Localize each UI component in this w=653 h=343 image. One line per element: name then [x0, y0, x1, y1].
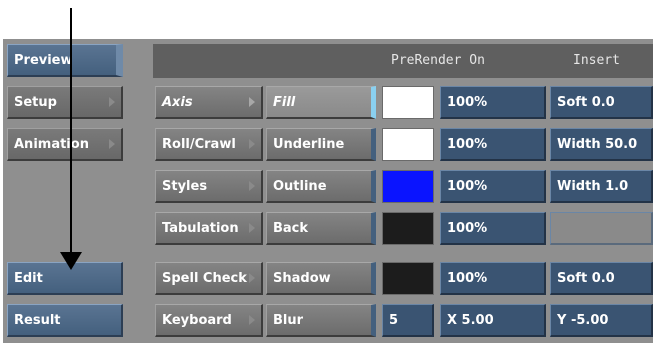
underline-button[interactable]: Underline	[266, 128, 376, 161]
fill-button[interactable]: Fill	[266, 86, 376, 119]
blur-label: Blur	[273, 312, 304, 328]
styles-button[interactable]: Styles	[155, 170, 263, 203]
fill-opacity-value: 100%	[447, 94, 488, 110]
fill-label: Fill	[273, 94, 296, 110]
submenu-arrow-icon	[249, 315, 255, 325]
result-label: Result	[14, 312, 61, 328]
blur-x-value: X 5.00	[447, 312, 494, 328]
shadow-opacity-value: 100%	[447, 270, 488, 286]
tabulation-label: Tabulation	[162, 220, 239, 236]
callout-arrow-line	[70, 8, 72, 256]
submenu-arrow-icon	[249, 97, 255, 107]
fill-opacity-field[interactable]: 100%	[440, 86, 546, 119]
shadow-label: Shadow	[273, 270, 331, 286]
back-label: Back	[273, 220, 309, 236]
back-color-swatch[interactable]	[382, 212, 434, 245]
blur-button[interactable]: Blur	[266, 304, 376, 337]
outline-label: Outline	[273, 178, 327, 194]
blur-amount-field[interactable]: 5	[382, 304, 434, 337]
underline-width-field[interactable]: Width 50.0	[550, 128, 653, 161]
outline-width-value: Width 1.0	[557, 178, 629, 194]
shadow-softness-value: Soft 0.0	[557, 270, 615, 286]
keyboard-label: Keyboard	[162, 312, 232, 328]
prerender-status[interactable]: PreRender On	[391, 44, 485, 78]
insert-label[interactable]: Insert	[573, 44, 620, 78]
submenu-arrow-icon	[109, 97, 115, 107]
axis-button[interactable]: Axis	[155, 86, 263, 119]
fill-color-swatch[interactable]	[382, 86, 434, 119]
submenu-arrow-icon	[249, 139, 255, 149]
underline-color-swatch[interactable]	[382, 128, 434, 161]
outline-opacity-field[interactable]: 100%	[440, 170, 546, 203]
underline-width-value: Width 50.0	[557, 136, 638, 152]
submenu-arrow-icon	[249, 223, 255, 233]
tabulation-button[interactable]: Tabulation	[155, 212, 263, 245]
blur-y-field[interactable]: Y -5.00	[550, 304, 653, 337]
back-empty-field	[550, 212, 653, 245]
outline-width-field[interactable]: Width 1.0	[550, 170, 653, 203]
edit-label: Edit	[14, 270, 43, 286]
fill-softness-value: Soft 0.0	[557, 94, 615, 110]
preview-button[interactable]: Preview	[7, 44, 123, 77]
styles-label: Styles	[162, 178, 208, 194]
underline-opacity-value: 100%	[447, 136, 488, 152]
spell-check-button[interactable]: Spell Check	[155, 262, 263, 295]
underline-opacity-field[interactable]: 100%	[440, 128, 546, 161]
blur-amount-value: 5	[389, 312, 399, 328]
shadow-softness-field[interactable]: Soft 0.0	[550, 262, 653, 295]
back-opacity-value: 100%	[447, 220, 488, 236]
shadow-opacity-field[interactable]: 100%	[440, 262, 546, 295]
axis-label: Axis	[162, 94, 193, 110]
shadow-color-swatch[interactable]	[382, 262, 434, 295]
back-opacity-field[interactable]: 100%	[440, 212, 546, 245]
submenu-arrow-icon	[249, 273, 255, 283]
blur-x-field[interactable]: X 5.00	[440, 304, 546, 337]
animation-label: Animation	[14, 136, 89, 152]
setup-label: Setup	[14, 94, 57, 110]
roll-crawl-label: Roll/Crawl	[162, 136, 236, 152]
animation-button[interactable]: Animation	[7, 128, 123, 161]
callout-arrow-head-icon	[60, 252, 82, 270]
keyboard-button[interactable]: Keyboard	[155, 304, 263, 337]
result-button[interactable]: Result	[7, 304, 123, 337]
roll-crawl-button[interactable]: Roll/Crawl	[155, 128, 263, 161]
outline-color-swatch[interactable]	[382, 170, 434, 203]
preview-label: Preview	[14, 52, 73, 68]
outline-opacity-value: 100%	[447, 178, 488, 194]
outline-button[interactable]: Outline	[266, 170, 376, 203]
setup-button[interactable]: Setup	[7, 86, 123, 119]
back-button[interactable]: Back	[266, 212, 376, 245]
underline-label: Underline	[273, 136, 345, 152]
submenu-arrow-icon	[109, 139, 115, 149]
blur-y-value: Y -5.00	[557, 312, 609, 328]
fill-softness-field[interactable]: Soft 0.0	[550, 86, 653, 119]
shadow-button[interactable]: Shadow	[266, 262, 376, 295]
spell-check-label: Spell Check	[162, 270, 247, 286]
submenu-arrow-icon	[249, 181, 255, 191]
